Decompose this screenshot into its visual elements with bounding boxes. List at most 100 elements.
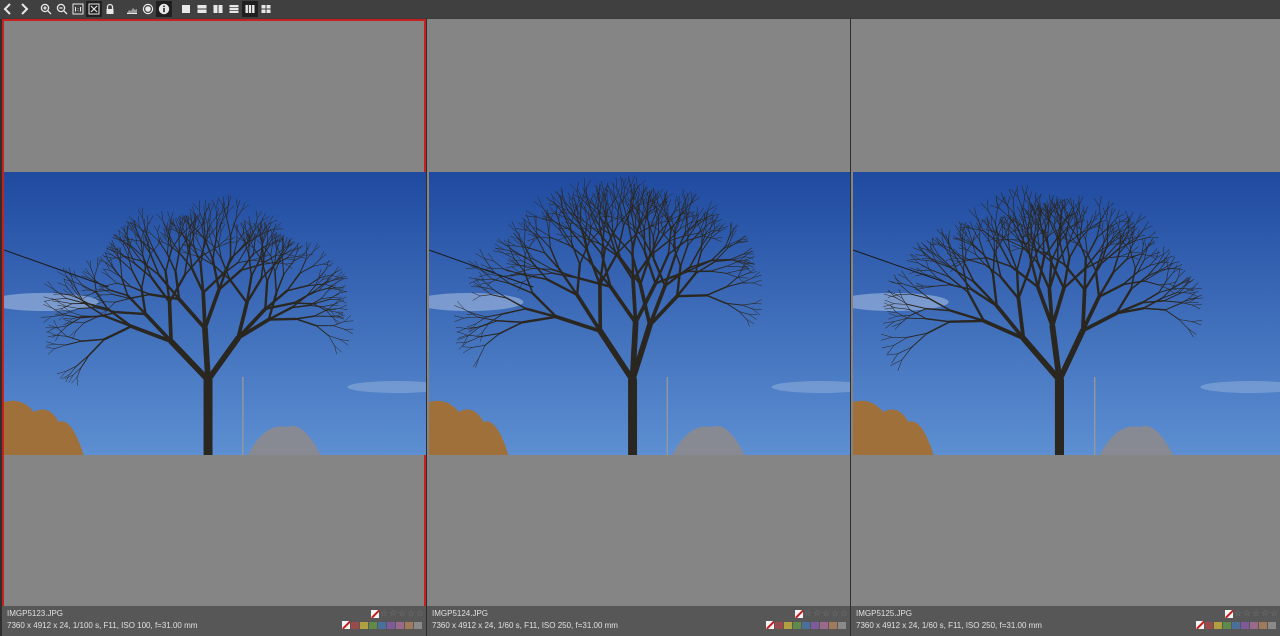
layout-rows-icon — [197, 5, 207, 13]
chevron-right-icon — [21, 3, 29, 15]
star-icon[interactable]: ☆ — [840, 609, 848, 618]
zoom-fit-button[interactable] — [86, 1, 102, 17]
zoom-out-button[interactable] — [54, 1, 70, 17]
color-labels[interactable] — [766, 621, 846, 629]
lock-button[interactable] — [102, 1, 118, 17]
lock-icon — [106, 3, 114, 14]
reject-icon[interactable] — [795, 609, 803, 618]
color-label-swatch[interactable] — [793, 621, 801, 629]
color-label-swatch[interactable] — [360, 621, 368, 629]
rating-stars[interactable]: ☆ ☆ ☆ ☆ ☆ — [1225, 609, 1278, 618]
exif-info: 7360 x 4912 x 24, 1/100 s, F11, ISO 100,… — [7, 621, 198, 630]
rating-stars[interactable]: ☆ ☆ ☆ ☆ ☆ — [795, 609, 848, 618]
layout-grid-icon — [261, 5, 271, 13]
info-bar: IMGP5123.JPG 7360 x 4912 x 24, 1/100 s, … — [2, 606, 426, 636]
previous-button[interactable] — [0, 1, 16, 17]
color-label-swatch[interactable] — [378, 621, 386, 629]
color-label-swatch[interactable] — [387, 621, 395, 629]
star-icon[interactable]: ☆ — [1234, 609, 1242, 618]
one-to-one-icon — [72, 3, 84, 15]
star-icon[interactable]: ☆ — [1243, 609, 1251, 618]
color-label-swatch[interactable] — [1232, 621, 1240, 629]
color-labels[interactable] — [1196, 621, 1276, 629]
star-icon[interactable]: ☆ — [389, 609, 397, 618]
reject-icon[interactable] — [1225, 609, 1233, 618]
star-icon[interactable]: ☆ — [380, 609, 388, 618]
chevron-left-icon — [3, 3, 11, 15]
info-button[interactable] — [156, 1, 172, 17]
color-label-swatch[interactable] — [1205, 621, 1213, 629]
image-thumbnail[interactable] — [853, 172, 1280, 455]
color-label-swatch[interactable] — [838, 621, 846, 629]
layout-three-rows-button[interactable] — [226, 1, 242, 17]
zoom-100-button[interactable] — [70, 1, 86, 17]
next-button[interactable] — [16, 1, 32, 17]
color-label-swatch[interactable] — [811, 621, 819, 629]
color-label-swatch[interactable] — [405, 621, 413, 629]
zoom-in-icon — [40, 3, 52, 15]
star-icon[interactable]: ☆ — [416, 609, 424, 618]
color-label-swatch[interactable] — [820, 621, 828, 629]
color-label-swatch[interactable] — [784, 621, 792, 629]
star-icon[interactable]: ☆ — [831, 609, 839, 618]
color-label-swatch[interactable] — [351, 621, 359, 629]
image-thumbnail[interactable] — [4, 172, 426, 455]
color-label-swatch[interactable] — [1268, 621, 1276, 629]
layout-two-rows-button[interactable] — [194, 1, 210, 17]
image-panel[interactable]: IMGP5125.JPG 7360 x 4912 x 24, 1/60 s, F… — [851, 19, 1280, 636]
layout-single-button[interactable] — [178, 1, 194, 17]
star-icon[interactable]: ☆ — [813, 609, 821, 618]
layout-three-columns-icon — [245, 5, 255, 13]
color-labels[interactable] — [342, 621, 422, 629]
info-bar: IMGP5124.JPG 7360 x 4912 x 24, 1/60 s, F… — [427, 606, 850, 636]
exif-info: 7360 x 4912 x 24, 1/60 s, F11, ISO 250, … — [432, 621, 618, 630]
info-icon — [158, 3, 170, 15]
exif-info: 7360 x 4912 x 24, 1/60 s, F11, ISO 250, … — [856, 621, 1042, 630]
star-icon[interactable]: ☆ — [1252, 609, 1260, 618]
tree-photo — [853, 172, 1280, 455]
tree-photo — [429, 172, 850, 455]
color-label-swatch[interactable] — [369, 621, 377, 629]
image-panel[interactable]: IMGP5123.JPG 7360 x 4912 x 24, 1/100 s, … — [2, 19, 426, 636]
star-icon[interactable]: ☆ — [1270, 609, 1278, 618]
fit-screen-icon — [88, 3, 100, 15]
layout-grid-button[interactable] — [258, 1, 274, 17]
color-label-swatch[interactable] — [1223, 621, 1231, 629]
layout-three-rows-icon — [229, 5, 239, 13]
star-icon[interactable]: ☆ — [407, 609, 415, 618]
toolbar — [0, 0, 1280, 18]
color-label-swatch[interactable] — [1241, 621, 1249, 629]
star-icon[interactable]: ☆ — [1261, 609, 1269, 618]
reject-icon[interactable] — [371, 609, 379, 618]
color-label-swatch[interactable] — [1259, 621, 1267, 629]
histogram-icon — [127, 8, 137, 14]
color-label-swatch[interactable] — [829, 621, 837, 629]
image-panel[interactable]: IMGP5124.JPG 7360 x 4912 x 24, 1/60 s, F… — [427, 19, 850, 636]
layout-columns-icon — [213, 5, 223, 13]
circle-icon — [142, 3, 154, 15]
color-label-swatch[interactable] — [775, 621, 783, 629]
clear-label-icon[interactable] — [1196, 621, 1204, 629]
histogram-button[interactable] — [124, 1, 140, 17]
focus-mask-button[interactable] — [140, 1, 156, 17]
clear-label-icon[interactable] — [766, 621, 774, 629]
star-icon[interactable]: ☆ — [398, 609, 406, 618]
image-viewer: IMGP5123.JPG 7360 x 4912 x 24, 1/100 s, … — [0, 19, 1280, 636]
file-name: IMGP5123.JPG — [7, 609, 64, 618]
tree-photo — [4, 172, 426, 455]
color-label-swatch[interactable] — [802, 621, 810, 629]
zoom-in-button[interactable] — [38, 1, 54, 17]
image-thumbnail[interactable] — [429, 172, 850, 455]
color-label-swatch[interactable] — [414, 621, 422, 629]
color-label-swatch[interactable] — [396, 621, 404, 629]
color-label-swatch[interactable] — [1214, 621, 1222, 629]
zoom-out-icon — [56, 3, 68, 15]
layout-three-columns-button[interactable] — [242, 1, 258, 17]
info-bar: IMGP5125.JPG 7360 x 4912 x 24, 1/60 s, F… — [851, 606, 1280, 636]
color-label-swatch[interactable] — [1250, 621, 1258, 629]
rating-stars[interactable]: ☆ ☆ ☆ ☆ ☆ — [371, 609, 424, 618]
clear-label-icon[interactable] — [342, 621, 350, 629]
layout-two-columns-button[interactable] — [210, 1, 226, 17]
star-icon[interactable]: ☆ — [822, 609, 830, 618]
star-icon[interactable]: ☆ — [804, 609, 812, 618]
